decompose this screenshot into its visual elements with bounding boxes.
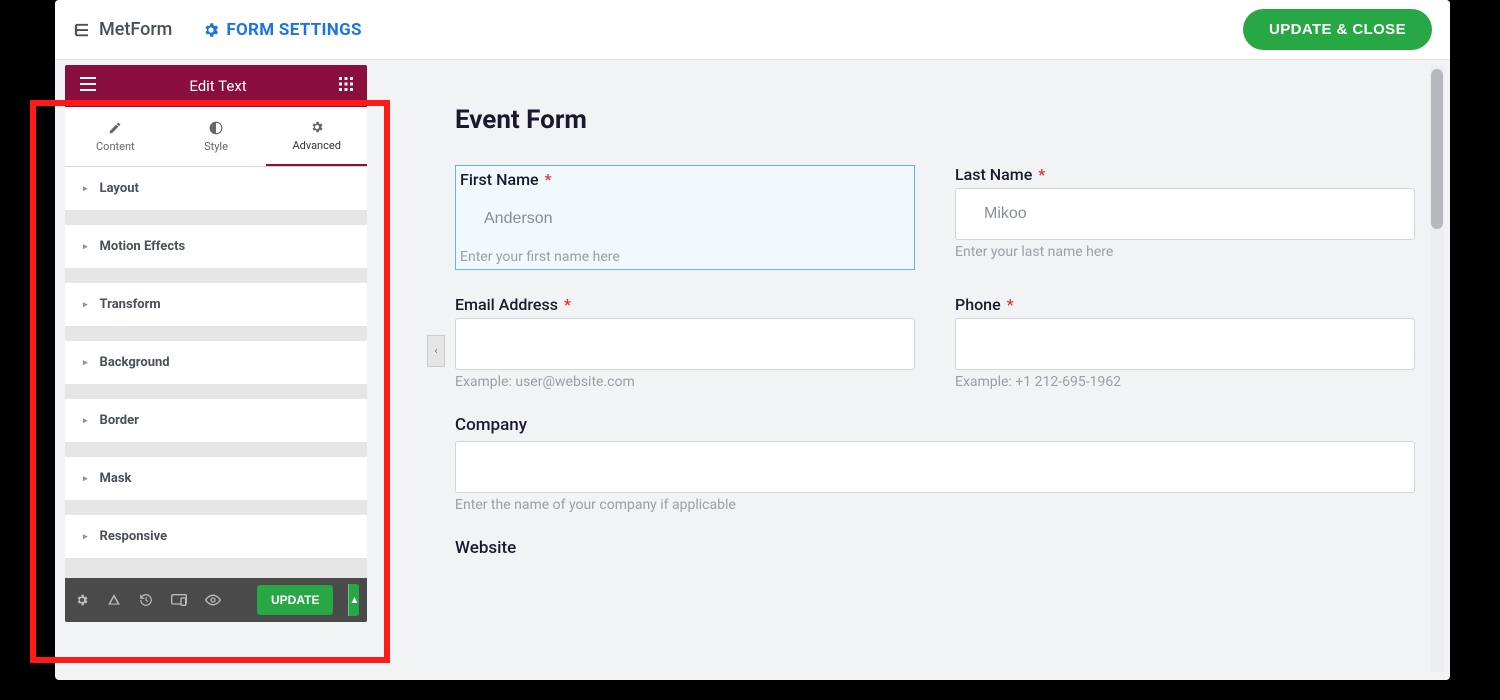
brand: MetForm <box>73 19 172 40</box>
section-border[interactable]: ▸ Border <box>65 399 367 443</box>
update-and-close-button[interactable]: UPDATE & CLOSE <box>1243 9 1432 50</box>
section-list: ▸ Layout ▸ Motion Effects ▸ Transform ▸ Back… <box>65 167 367 578</box>
last-name-label: Last Name * <box>955 165 1415 184</box>
field-first-name[interactable]: First Name * Enter your first name here <box>455 165 915 270</box>
section-transform[interactable]: ▸ Transform <box>65 283 367 327</box>
phone-label: Phone * <box>955 295 1415 314</box>
app-window: MetForm FORM SETTINGS UPDATE & CLOSE Edi… <box>55 0 1450 680</box>
tab-advanced-label: Advanced <box>292 139 340 152</box>
panel-footer: UPDATE ▲ <box>65 578 367 622</box>
chevron-right-icon: ▸ <box>83 532 88 542</box>
preview-scrollbar[interactable] <box>1430 65 1444 672</box>
section-label: Transform <box>100 297 161 312</box>
section-motion-effects[interactable]: ▸ Motion Effects <box>65 225 367 269</box>
section-responsive[interactable]: ▸ Responsive <box>65 515 367 559</box>
section-label: Background <box>100 355 170 370</box>
field-email[interactable]: Email Address * Example: user@website.co… <box>455 295 915 390</box>
last-name-help: Enter your last name here <box>955 244 1415 260</box>
tab-style[interactable]: Style <box>166 107 267 166</box>
company-input[interactable] <box>455 441 1415 493</box>
panel-tabs: Content Style Advanced <box>65 107 367 167</box>
chevron-right-icon: ▸ <box>83 184 88 194</box>
top-bar: MetForm FORM SETTINGS UPDATE & CLOSE <box>55 0 1450 60</box>
tab-style-label: Style <box>204 140 228 153</box>
tab-advanced[interactable]: Advanced <box>266 107 367 166</box>
field-phone[interactable]: Phone * Example: +1 212-695-1962 <box>955 295 1415 390</box>
company-help: Enter the name of your company if applic… <box>455 497 1415 513</box>
field-company[interactable]: Company Enter the name of your company i… <box>455 415 1415 513</box>
email-label: Email Address * <box>455 295 915 314</box>
company-label: Company <box>455 415 1415 435</box>
gear-icon <box>202 21 220 39</box>
form-preview-canvas: Event Form First Name * Enter your first… <box>455 105 1415 625</box>
widgets-grid-icon[interactable] <box>339 77 353 95</box>
first-name-help: Enter your first name here <box>456 249 914 269</box>
section-mask[interactable]: ▸ Mask <box>65 457 367 501</box>
responsive-icon[interactable] <box>171 590 187 610</box>
form-settings-label: FORM SETTINGS <box>226 20 361 40</box>
section-label: Motion Effects <box>100 239 186 254</box>
form-settings-link[interactable]: FORM SETTINGS <box>202 20 361 40</box>
section-label: Border <box>100 413 139 428</box>
chevron-right-icon: ▸ <box>83 416 88 426</box>
editor-panel: Edit Text Content Style Advanced ▸ Layout… <box>65 65 367 622</box>
navigator-icon[interactable] <box>107 590 121 610</box>
scrollbar-thumb[interactable] <box>1431 69 1443 229</box>
panel-header: Edit Text <box>65 65 367 107</box>
section-label: Responsive <box>100 529 168 544</box>
settings-icon[interactable] <box>75 590 89 610</box>
half-circle-icon <box>209 121 223 135</box>
brand-label: MetForm <box>99 19 172 40</box>
tab-content[interactable]: Content <box>65 107 166 166</box>
field-website[interactable]: Website <box>455 538 1415 564</box>
form-heading: Event Form <box>455 105 1415 135</box>
section-layout[interactable]: ▸ Layout <box>65 167 367 211</box>
preview-icon[interactable] <box>205 590 221 610</box>
pencil-icon <box>108 121 122 135</box>
phone-help: Example: +1 212-695-1962 <box>955 374 1415 390</box>
chevron-right-icon: ▸ <box>83 474 88 484</box>
tab-content-label: Content <box>96 140 135 153</box>
update-button-caret[interactable]: ▲ <box>348 584 359 616</box>
chevron-right-icon: ▸ <box>83 300 88 310</box>
last-name-input[interactable] <box>955 188 1415 240</box>
chevron-right-icon: ▸ <box>83 242 88 252</box>
metform-logo-icon <box>73 21 91 39</box>
history-icon[interactable] <box>139 590 153 610</box>
section-background[interactable]: ▸ Background <box>65 341 367 385</box>
phone-input[interactable] <box>955 318 1415 370</box>
first-name-input[interactable] <box>456 193 914 245</box>
chevron-right-icon: ▸ <box>83 358 88 368</box>
menu-icon[interactable] <box>79 77 97 95</box>
update-button[interactable]: UPDATE <box>257 585 333 615</box>
section-label: Mask <box>100 471 132 486</box>
first-name-label: First Name * <box>456 166 914 189</box>
panel-title: Edit Text <box>97 77 339 95</box>
field-last-name[interactable]: Last Name * Enter your last name here <box>955 165 1415 260</box>
panel-collapse-button[interactable]: ‹ <box>427 335 445 367</box>
website-label: Website <box>455 538 1415 558</box>
email-input[interactable] <box>455 318 915 370</box>
email-help: Example: user@website.com <box>455 374 915 390</box>
gear-icon <box>310 120 324 134</box>
section-label: Layout <box>100 181 139 196</box>
